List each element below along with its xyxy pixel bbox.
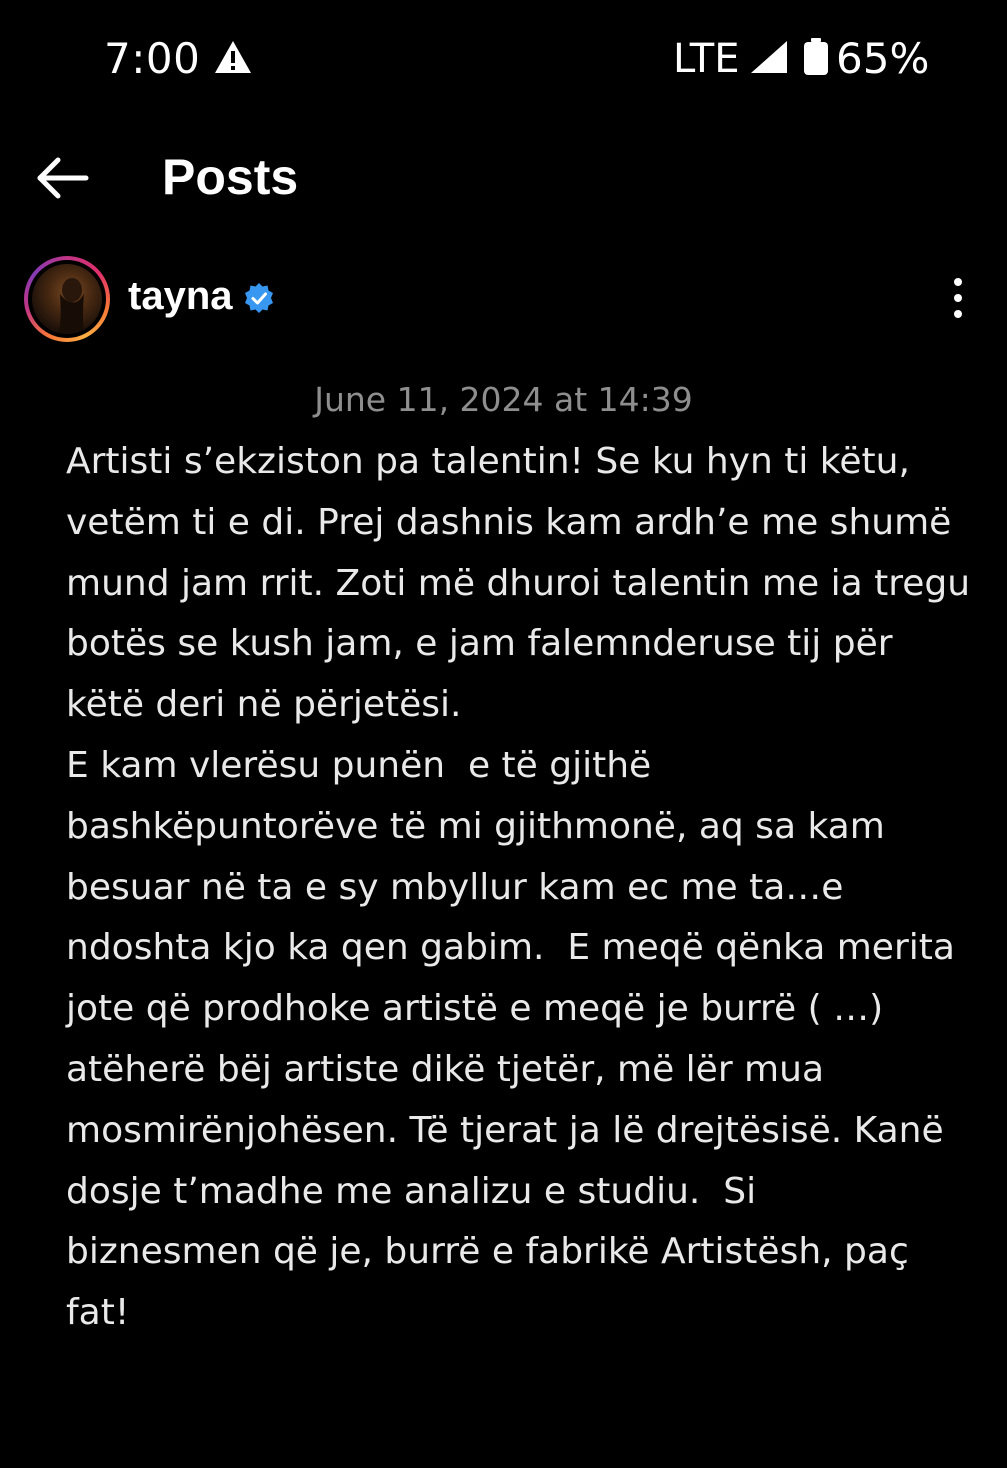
page-title: Posts <box>162 149 299 205</box>
caption-line: fat! <box>66 1292 130 1334</box>
caption-line: atëherë bëj artiste dikë tjetër, më lër … <box>66 1048 825 1090</box>
warning-icon <box>214 40 252 74</box>
arrow-left-icon <box>37 157 89 199</box>
caption-line: E kam vlerësu punën e të gjithë <box>66 744 652 786</box>
caption-line: dosje t’madhe me analizu e studiu. Si <box>66 1170 757 1212</box>
avatar[interactable] <box>24 256 110 342</box>
status-bar: 7:00 LTE 65% <box>0 0 1007 115</box>
verified-badge-icon <box>243 282 275 314</box>
caption-line: vetëm ti e di. Prej dashnis kam ardh’e m… <box>66 501 952 543</box>
caption-line: mund jam rrit. Zoti më dhuroi talentin m… <box>66 562 971 604</box>
post-header: tayna <box>0 252 1007 344</box>
caption-line: besuar në ta e sy mbyllur kam ec me ta…e <box>66 866 844 908</box>
status-time: 7:00 <box>104 34 201 83</box>
page-header: Posts <box>0 130 1007 230</box>
avatar-border <box>28 260 106 338</box>
caption-line: bashkëpuntorëve të mi gjithmonë, aq sa k… <box>66 805 885 847</box>
username[interactable]: tayna <box>128 274 233 319</box>
back-button[interactable] <box>30 150 94 206</box>
signal-icon <box>750 40 788 74</box>
caption-line: jote që prodhoke artistë e meqë je burrë… <box>66 988 884 1030</box>
more-options-button[interactable] <box>938 274 978 322</box>
battery-percentage: 65% <box>836 34 930 83</box>
post-timestamp: June 11, 2024 at 14:39 <box>314 380 693 419</box>
caption-line: biznesmen që je, burrë e fabrikë Artistë… <box>66 1231 909 1273</box>
avatar-photo <box>32 264 102 334</box>
caption-line: botës se kush jam, e jam falemnderuse ti… <box>66 623 893 665</box>
caption-line: këtë deri në përjetësi. <box>66 684 462 726</box>
post-caption: Artisti s’ekziston pa talentin! Se ku hy… <box>66 432 971 1344</box>
caption-line: Artisti s’ekziston pa talentin! Se ku hy… <box>66 441 910 482</box>
network-type: LTE <box>673 36 740 82</box>
caption-line: ndoshta kjo ka qen gabim. E meqë qënka m… <box>66 927 955 969</box>
caption-line: mosmirënjohësen. Të tjerat ja lë drejtës… <box>66 1109 944 1151</box>
battery-icon <box>803 38 829 76</box>
more-vertical-icon <box>954 278 962 318</box>
